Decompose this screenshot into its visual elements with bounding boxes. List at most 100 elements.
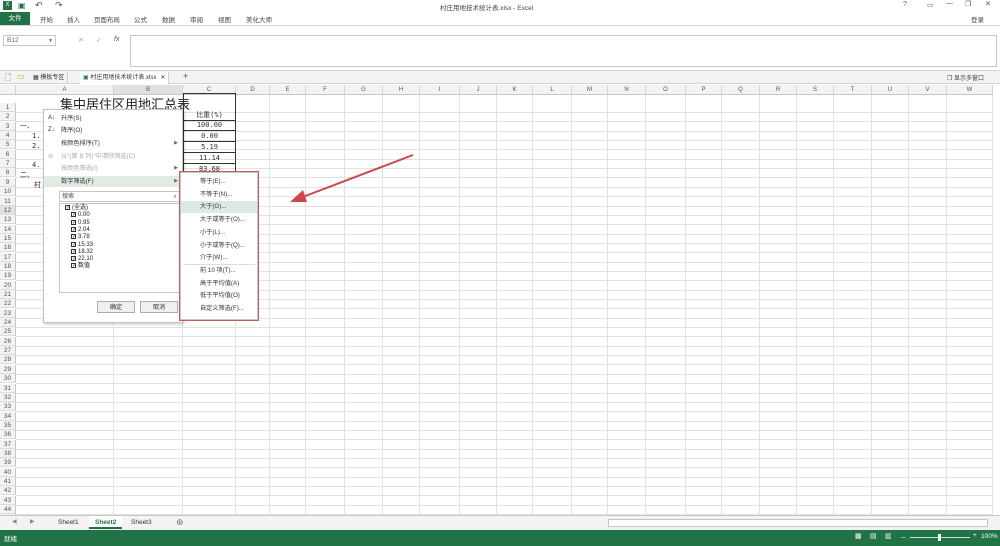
row-header-44[interactable]: 44 [0, 505, 16, 515]
checkbox-checked-icon[interactable]: ✓ [71, 212, 76, 218]
row-header-9[interactable]: 9 [0, 177, 16, 187]
checkbox-checked-icon[interactable]: ✓ [71, 226, 76, 232]
row-header-34[interactable]: 34 [0, 411, 16, 421]
column-header-v[interactable]: V [909, 85, 947, 95]
doc-tab-templates[interactable]: ▦ 模板专区 [30, 72, 69, 84]
row-header-18[interactable]: 18 [0, 261, 16, 271]
tab-file[interactable]: 文件 [0, 12, 30, 25]
number-filter-option[interactable]: 大于(G)... [181, 201, 257, 214]
row-header-35[interactable]: 35 [0, 420, 16, 430]
filter-checkbox-item[interactable]: ✓ 数值 [71, 263, 90, 270]
row-header-39[interactable]: 39 [0, 458, 16, 468]
filter-checkbox-item[interactable]: ✓ 15.33 [71, 241, 93, 249]
row-header-24[interactable]: 24 [0, 318, 16, 328]
ribbon-options-icon[interactable]: ▭ [927, 1, 934, 9]
filter-checkbox-item[interactable]: ✓ 18.32 [71, 248, 93, 256]
row-label-cell[interactable]: 2. [32, 142, 40, 151]
row-header-27[interactable]: 27 [0, 346, 16, 356]
sort-by-color-item[interactable]: 按颜色排序(T) ▶ [44, 138, 182, 149]
column-header-r[interactable]: R [760, 85, 797, 95]
column-header-t[interactable]: T [834, 85, 872, 95]
minimize-icon[interactable]: — [946, 0, 953, 7]
row-header-15[interactable]: 15 [0, 233, 16, 243]
row-label-cell[interactable]: 4. [32, 161, 40, 170]
row-header-40[interactable]: 40 [0, 467, 16, 477]
data-cell[interactable]: 5.19 [183, 143, 236, 153]
row-header-22[interactable]: 22 [0, 299, 16, 309]
sheet-tab-1[interactable]: Sheet1 [52, 516, 85, 529]
column-header-m[interactable]: M [572, 85, 608, 95]
row-header-33[interactable]: 33 [0, 402, 16, 412]
sheet-tab-2[interactable]: Sheet2 [89, 516, 123, 529]
column-header-l[interactable]: L [533, 85, 572, 95]
number-filter-option[interactable]: 高于平均值(A) [181, 278, 257, 290]
confirm-entry-icon[interactable]: ✓ [96, 36, 102, 44]
zoom-in-button[interactable]: + [973, 532, 977, 539]
row-header-5[interactable]: 5 [0, 140, 16, 150]
zoom-level[interactable]: 100% [981, 533, 998, 540]
filter-checkbox-item[interactable]: ✓ 2.04 [71, 226, 90, 234]
column-header-q[interactable]: Q [722, 85, 760, 95]
filter-checkbox-item[interactable]: ✓ 3.78 [71, 234, 90, 241]
filter-search-input[interactable]: 搜索 ⌕ [59, 191, 180, 202]
number-filter-option[interactable]: 大于或等于(O)... [181, 214, 257, 226]
row-header-21[interactable]: 21 [0, 290, 16, 299]
row-header-28[interactable]: 28 [0, 355, 16, 365]
row-header-23[interactable]: 23 [0, 308, 16, 318]
column-header-n[interactable]: N [608, 85, 646, 95]
checkbox-checked-icon[interactable]: ✓ [71, 256, 76, 262]
column-header-s[interactable]: S [797, 85, 834, 95]
column-header-d[interactable]: D [236, 85, 270, 95]
restore-icon[interactable]: ❐ [965, 0, 971, 8]
zoom-out-button[interactable]: － [900, 532, 907, 542]
row-header-6[interactable]: 6 [0, 149, 16, 159]
chevron-down-icon[interactable]: ▼ [48, 36, 53, 46]
column-header-p[interactable]: P [686, 85, 722, 95]
tab-data[interactable]: 数据 [162, 14, 175, 24]
multi-window-button[interactable]: ❐ 显示多窗口 [947, 73, 984, 82]
column-header-cell[interactable]: 比重(%) [183, 111, 236, 121]
close-icon[interactable]: ✕ [985, 0, 991, 8]
row-header-42[interactable]: 42 [0, 486, 16, 496]
row-header-43[interactable]: 43 [0, 495, 16, 505]
column-header-o[interactable]: O [646, 85, 686, 95]
sort-descending-item[interactable]: Z↓ 降序(O) [44, 125, 182, 136]
row-header-41[interactable]: 41 [0, 477, 16, 486]
row-header-14[interactable]: 14 [0, 224, 16, 234]
formula-input[interactable] [130, 35, 997, 67]
number-filters-item[interactable]: 数字筛选(F) ▶ [44, 176, 182, 187]
checkbox-checked-icon[interactable]: ✓ [65, 205, 70, 211]
column-header-j[interactable]: J [460, 85, 497, 95]
number-filter-option[interactable]: 前 10 项(T)... [181, 265, 257, 277]
add-sheet-button[interactable]: ⊕ [176, 517, 184, 528]
sort-ascending-item[interactable]: A↓ 升序(S) [44, 113, 182, 124]
row-header-11[interactable]: 11 [0, 196, 16, 206]
row-header-19[interactable]: 19 [0, 271, 16, 281]
number-filter-option[interactable]: 自定义筛选(F)... [181, 303, 257, 315]
number-filter-option[interactable]: 不等于(N)... [181, 189, 257, 201]
number-filter-option[interactable]: 等于(E)... [181, 176, 257, 188]
filter-checkbox-item[interactable]: ✓ (全选) [65, 205, 88, 212]
row-header-25[interactable]: 25 [0, 327, 16, 337]
row-header-16[interactable]: 16 [0, 243, 16, 253]
page-break-view-icon[interactable]: ▥ [885, 532, 892, 540]
number-filter-option[interactable]: 低于平均值(O) [181, 290, 257, 302]
row-header-3[interactable]: 3 [0, 121, 16, 131]
number-filter-option[interactable]: 介于(W)... [181, 252, 257, 264]
row-header-26[interactable]: 26 [0, 336, 16, 346]
tab-meihua[interactable]: 美化大师 [246, 14, 272, 24]
help-icon[interactable]: ? [903, 1, 907, 8]
tab-home[interactable]: 开始 [40, 14, 53, 24]
tab-page-layout[interactable]: 页面布局 [94, 14, 120, 24]
row-header-20[interactable]: 20 [0, 280, 16, 290]
data-cell[interactable]: 100.00 [183, 121, 236, 131]
row-label-cell[interactable]: 村 [34, 181, 41, 190]
row-label-cell[interactable]: 一、 [20, 122, 34, 131]
column-header-w[interactable]: W [947, 85, 993, 95]
redo-icon[interactable]: ↷ [55, 0, 63, 11]
folder-icon[interactable]: ▭ [17, 72, 25, 81]
checkbox-checked-icon[interactable]: ✓ [71, 219, 76, 225]
row-header-38[interactable]: 38 [0, 448, 16, 458]
column-header-u[interactable]: U [872, 85, 909, 95]
row-header-30[interactable]: 30 [0, 374, 16, 384]
